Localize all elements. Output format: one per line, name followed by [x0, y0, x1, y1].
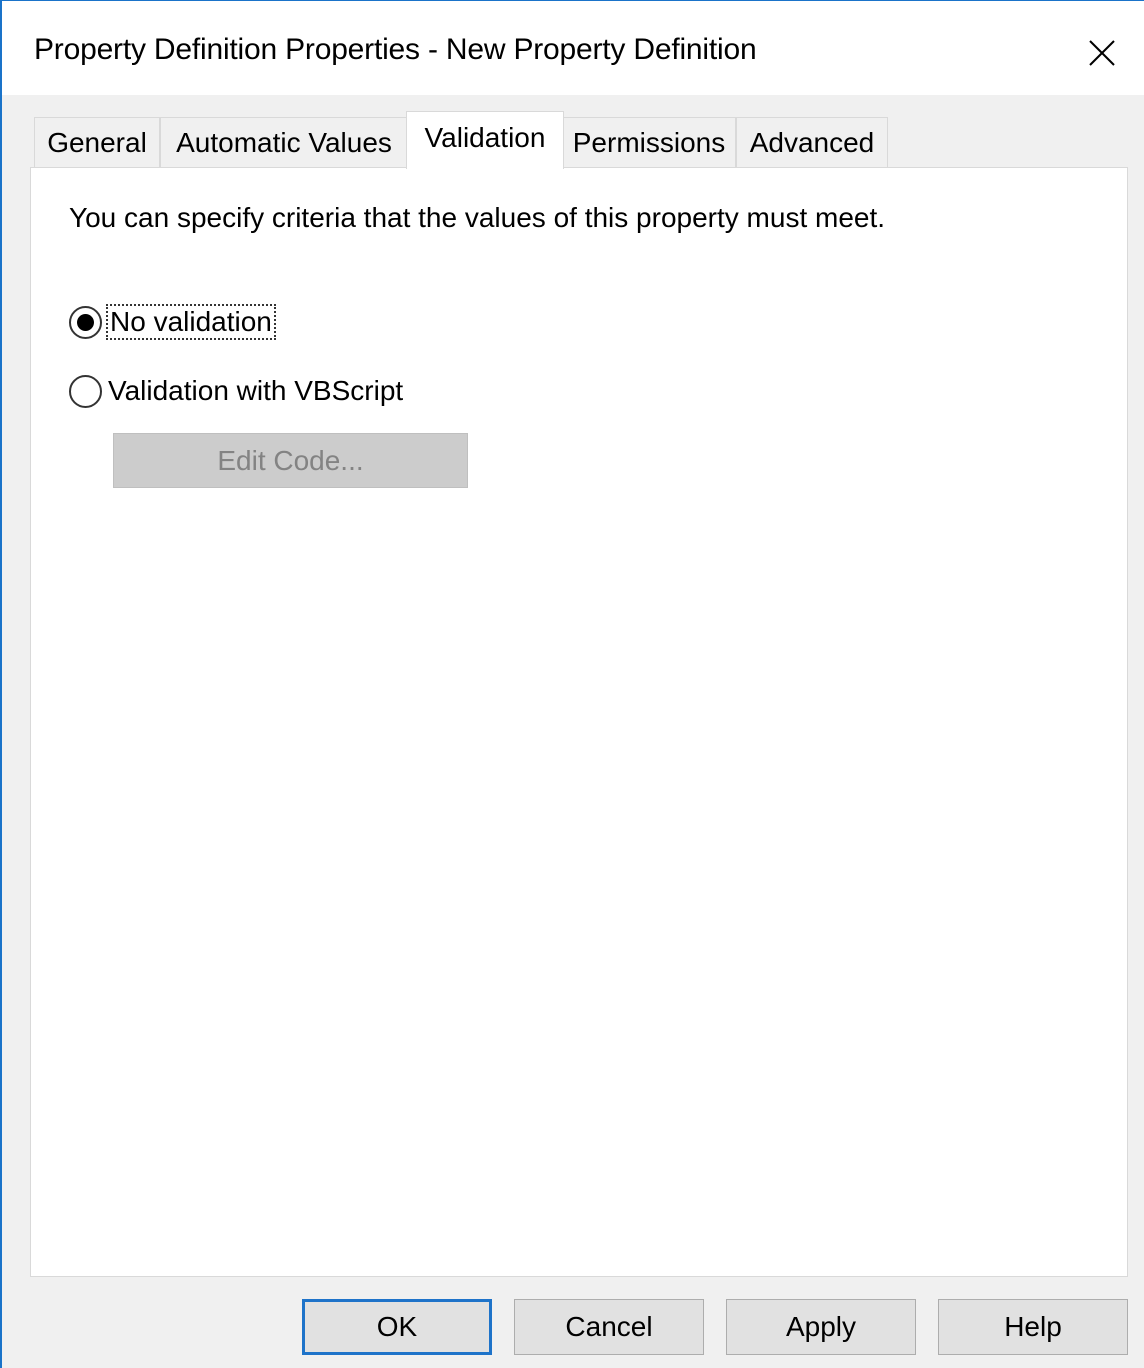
help-button[interactable]: Help: [938, 1299, 1128, 1355]
tab-validation[interactable]: Validation: [406, 111, 564, 169]
edit-code-button[interactable]: Edit Code...: [113, 433, 468, 488]
close-button[interactable]: [1072, 23, 1132, 83]
vbscript-validation-radio[interactable]: [69, 374, 102, 408]
property-definition-dialog: Property Definition Properties - New Pro…: [0, 0, 1144, 1368]
tab-automatic-values[interactable]: Automatic Values: [160, 117, 408, 167]
close-icon: [1089, 40, 1115, 66]
vbscript-validation-label: Validation with VBScript: [108, 375, 404, 406]
window-title: Property Definition Properties - New Pro…: [34, 33, 757, 66]
cancel-button[interactable]: Cancel: [514, 1299, 704, 1355]
validation-intro-text: You can specify criteria that the values…: [69, 202, 886, 233]
vbscript-validation-option[interactable]: Validation with VBScript: [69, 371, 403, 411]
ok-button[interactable]: OK: [302, 1299, 492, 1355]
no-validation-radio[interactable]: [69, 305, 102, 339]
no-validation-option[interactable]: No validation: [69, 302, 276, 342]
tab-permissions[interactable]: Permissions: [562, 117, 736, 167]
validation-panel: You can specify criteria that the values…: [30, 167, 1128, 1277]
no-validation-label: No validation: [106, 304, 276, 340]
tab-advanced[interactable]: Advanced: [736, 117, 888, 167]
apply-button[interactable]: Apply: [726, 1299, 916, 1355]
tab-general[interactable]: General: [34, 117, 160, 167]
title-bar: Property Definition Properties - New Pro…: [2, 1, 1144, 95]
